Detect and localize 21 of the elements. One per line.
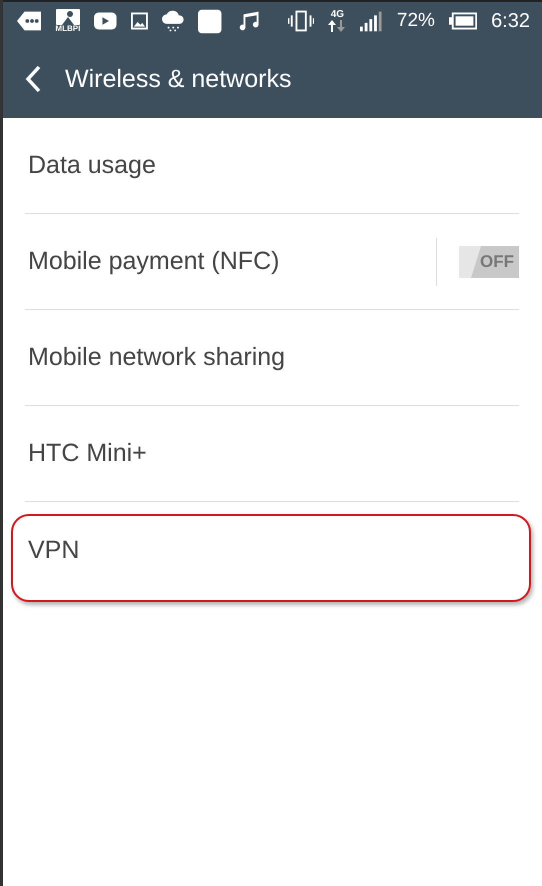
- rain-cloud-icon: [162, 10, 184, 32]
- network-type: 4G: [330, 10, 344, 20]
- vibrate-icon: [288, 10, 314, 32]
- settings-item[interactable]: Mobile payment (NFC): [25, 247, 280, 276]
- app-label: MLBPI: [55, 25, 80, 33]
- signal-icon: [360, 10, 383, 32]
- image-icon: [130, 12, 148, 30]
- battery-icon: [448, 12, 478, 30]
- square-icon: [198, 8, 222, 34]
- settings-item[interactable]: HTC Mini+: [25, 439, 147, 468]
- clock: 6:32: [491, 10, 530, 32]
- data-arrows-icon: [328, 20, 346, 32]
- settings-item[interactable]: VPN: [25, 536, 80, 564]
- notification-more-icon: [17, 11, 42, 31]
- screen-title: Wireless & networks: [65, 64, 292, 94]
- app-icon: [56, 9, 80, 25]
- settings-item[interactable]: Mobile network sharing: [25, 343, 286, 372]
- battery-percent: 72%: [396, 10, 435, 32]
- back-icon[interactable]: [25, 65, 41, 93]
- play-icon: [94, 12, 117, 30]
- settings-item[interactable]: Data usage: [25, 151, 156, 180]
